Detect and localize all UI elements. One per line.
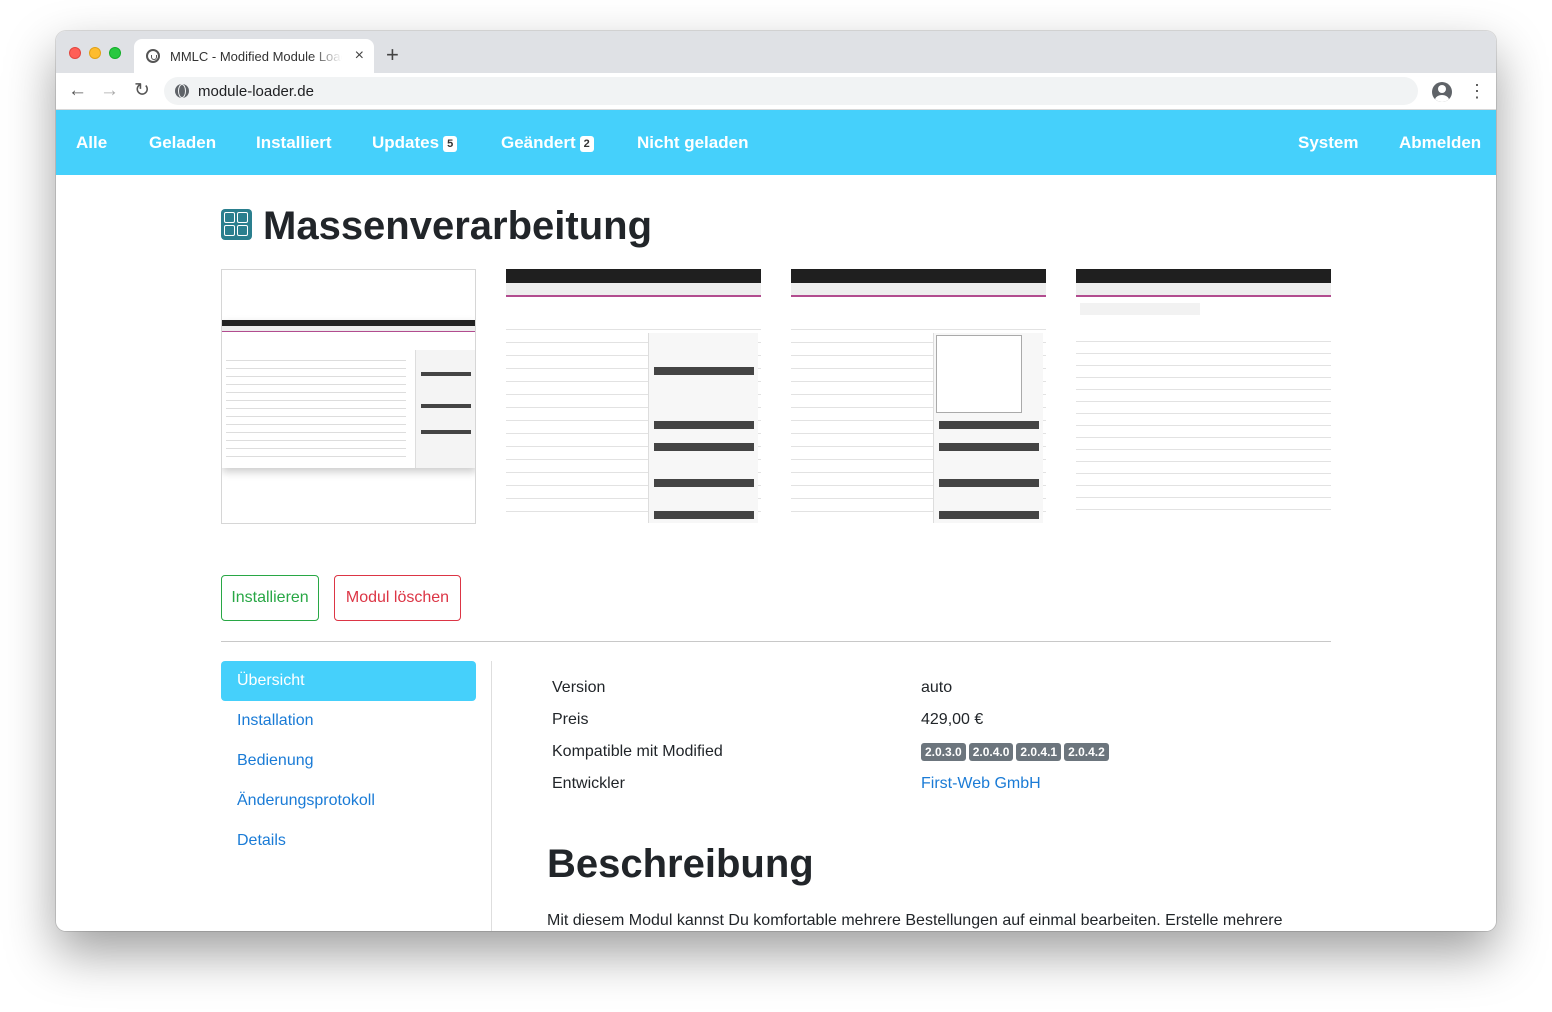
nav-label: Geladen (149, 133, 217, 152)
tab-strip: MMLC - Modified Module Loader × + (56, 31, 1496, 73)
version-label: Version (552, 679, 606, 696)
tab-title: MMLC - Modified Module Loader (170, 49, 342, 64)
screenshot-thumbnail-3[interactable] (791, 269, 1046, 524)
version-badge: 2.0.4.0 (968, 743, 1014, 761)
updates-count-badge: 5 (443, 136, 458, 152)
back-icon[interactable]: ← (68, 81, 87, 101)
version-value: auto (921, 679, 953, 696)
profile-icon[interactable] (1432, 82, 1452, 102)
address-bar[interactable]: module-loader.de (164, 77, 1418, 105)
compatibility-versions: 2.0.3.0 2.0.4.0 2.0.4.1 2.0.4.2 (921, 742, 1112, 762)
nav-item-system[interactable]: System (1298, 132, 1358, 154)
checklist-icon (221, 209, 252, 240)
screenshot-thumbnail-2[interactable] (506, 269, 761, 524)
install-button[interactable]: Installieren (221, 575, 319, 621)
compatibility-label: Kompatible mit Modified (552, 743, 723, 760)
nav-label: Geändert (501, 133, 576, 152)
version-badge: 2.0.4.1 (1016, 743, 1062, 761)
changed-count-badge: 2 (579, 136, 594, 152)
favicon-icon (146, 49, 160, 63)
nav-item-installiert[interactable]: Installiert (256, 132, 332, 154)
thumbnail-image (222, 320, 475, 468)
screenshot-thumbnail-4[interactable] (1076, 269, 1331, 524)
nav-label: Alle (76, 133, 108, 152)
nav-item-updates[interactable]: Updates 5 (372, 132, 458, 154)
description-text: Mit diesem Modul kannst Du komfortable m… (547, 912, 1283, 929)
sidebar-item-uebersicht[interactable]: Übersicht (221, 661, 476, 701)
developer-link[interactable]: First-Web GmbH (921, 774, 1041, 794)
version-badge: 2.0.3.0 (921, 743, 966, 761)
close-window-button[interactable] (69, 47, 81, 59)
globe-icon (175, 84, 189, 98)
nav-label: Nicht geladen (637, 133, 749, 152)
developer-label: Entwickler (552, 775, 625, 792)
main-navigation: Alle Geladen Installiert Updates 5 Geände… (56, 110, 1496, 175)
screenshot-thumbnail-1[interactable] (221, 269, 476, 524)
sidebar-item-details[interactable]: Details (221, 821, 476, 861)
divider (221, 641, 1331, 642)
vertical-divider (491, 661, 492, 931)
delete-module-button[interactable]: Modul löschen (334, 575, 461, 621)
nav-item-abmelden[interactable]: Abmelden (1399, 132, 1481, 154)
maximize-window-button[interactable] (109, 47, 121, 59)
close-tab-icon[interactable]: × (355, 47, 364, 65)
nav-item-alle[interactable]: Alle (76, 132, 107, 154)
nav-item-nicht-geladen[interactable]: Nicht geladen (637, 132, 748, 154)
reload-icon[interactable]: ↻ (134, 81, 150, 101)
forward-icon[interactable]: → (100, 81, 119, 101)
sidebar-item-installation[interactable]: Installation (221, 701, 476, 741)
page-title: Massenverarbeitung (263, 204, 653, 248)
price-value: 429,00 € (921, 711, 984, 728)
minimize-window-button[interactable] (89, 47, 101, 59)
description-heading: Beschreibung (547, 842, 814, 886)
browser-tab[interactable]: MMLC - Modified Module Loader × (134, 39, 374, 73)
url-text[interactable]: module-loader.de (198, 83, 314, 100)
sidebar-item-bedienung[interactable]: Bedienung (221, 741, 476, 781)
price-label: Preis (552, 711, 589, 728)
browser-window: MMLC - Modified Module Loader × + ← → ↻ … (56, 31, 1496, 931)
version-badge: 2.0.4.2 (1064, 743, 1109, 761)
page-content: Massenverarbeitung Installieren Modul lö… (56, 175, 1496, 931)
menu-icon[interactable]: ⋮ (1468, 81, 1486, 101)
sidebar-item-aenderungsprotokoll[interactable]: Änderungsprotokoll (221, 781, 476, 821)
nav-label: Installiert (256, 133, 332, 152)
nav-item-geladen[interactable]: Geladen (149, 132, 216, 154)
browser-toolbar: ← → ↻ module-loader.de ⋮ (56, 73, 1496, 110)
nav-item-geaendert[interactable]: Geändert 2 (501, 132, 594, 154)
new-tab-button[interactable]: + (386, 44, 399, 66)
nav-label: Updates (372, 133, 440, 152)
